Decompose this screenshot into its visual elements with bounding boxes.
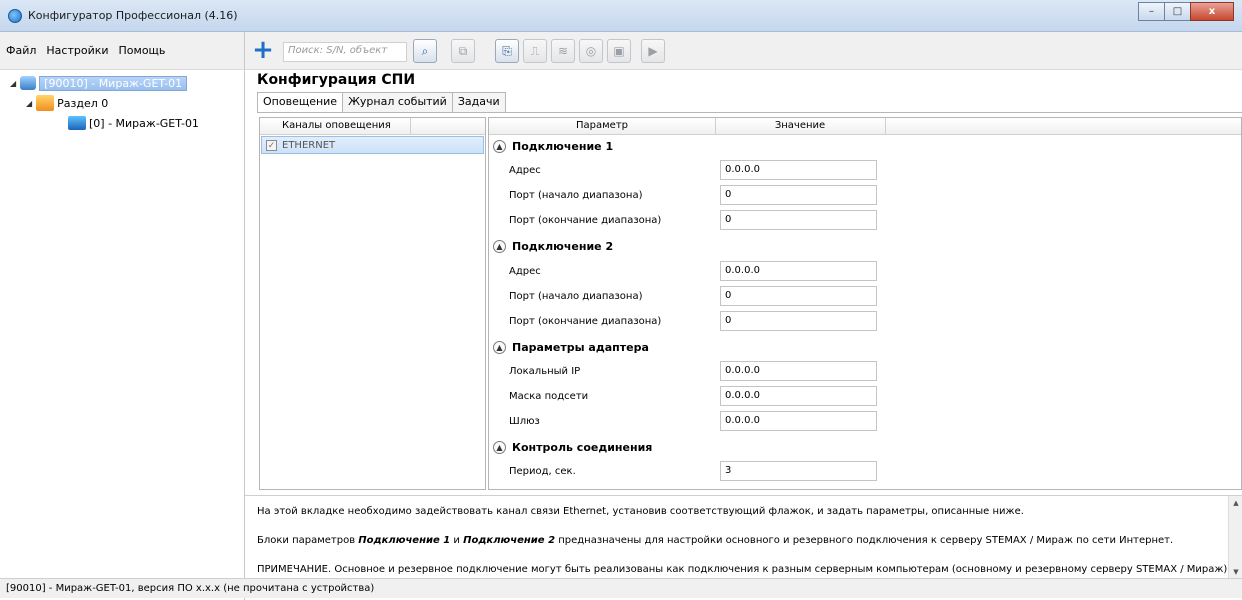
port-end-input[interactable]: 0 (720, 311, 877, 331)
gsm-icon-button[interactable]: ▣ (607, 39, 631, 63)
description-paragraph: На этой вкладке необходимо задействовать… (257, 506, 1024, 517)
param-label: Шлюз (509, 416, 540, 427)
connect-icon-button[interactable]: ⧉ (451, 39, 475, 63)
page-title: Конфигурация СПИ (257, 72, 416, 88)
tree-item-label: Раздел 0 (57, 96, 109, 110)
group-connection-control[interactable]: ▲ Контроль соединения (493, 441, 652, 454)
tree-item-section[interactable]: ◢ Раздел 0 (26, 94, 108, 112)
value-column-header: Значение (774, 120, 826, 131)
tab-event-log[interactable]: Журнал событий (342, 92, 453, 112)
description-text: предназначены для настройки основного и … (555, 535, 1174, 546)
maximize-button[interactable]: □ (1164, 2, 1191, 21)
param-label: Локальный IP (509, 366, 581, 377)
window-title: Конфигуратор Профессионал (4.16) (28, 9, 238, 22)
tabs-divider (257, 112, 1242, 113)
param-label: Адрес (509, 266, 541, 277)
tab-bar: Оповещение Журнал событий Задачи (257, 92, 506, 113)
gateway-input[interactable]: 0.0.0.0 (720, 411, 877, 431)
group-adapter-params[interactable]: ▲ Параметры адаптера (493, 341, 649, 354)
tree-item-label: [0] - Мираж-GET-01 (89, 116, 199, 130)
wifi-icon-button[interactable]: ≋ (551, 39, 575, 63)
group-title: Параметры адаптера (512, 341, 649, 354)
param-label: Период, сек. (509, 466, 576, 477)
description-paragraph: Блоки параметров Подключение 1 и Подключ… (257, 535, 1173, 547)
scroll-down-icon[interactable]: ▼ (1229, 565, 1242, 579)
local-ip-input[interactable]: 0.0.0.0 (720, 361, 877, 381)
group-connection-1[interactable]: ▲ Подключение 1 (493, 140, 613, 153)
object-tree: ◢ [90010] - Мираж-GET-01 ◢ Раздел 0 [0] … (0, 70, 245, 600)
param-label: Маска подсети (509, 391, 589, 402)
ethernet-checkbox[interactable]: ✓ (266, 139, 277, 151)
collapse-icon[interactable]: ▲ (493, 341, 506, 354)
params-panel: Параметр Значение ▲ Подключение 1 Адрес … (488, 117, 1242, 490)
scroll-up-icon[interactable]: ▲ (1229, 496, 1242, 510)
port-start-input[interactable]: 0 (720, 286, 877, 306)
play-icon-button[interactable]: ▶ (641, 39, 665, 63)
collapse-icon[interactable]: ▲ (493, 140, 506, 153)
description-text: и (450, 535, 464, 546)
tree-item-zone[interactable]: [0] - Мираж-GET-01 (68, 114, 199, 132)
collapse-icon[interactable]: ▲ (493, 441, 506, 454)
channels-panel: Каналы оповещения ✓ ETHERNET (259, 117, 486, 490)
toolbar: + Поиск: S/N, объект ⌕ ⧉ ⎘ ⎍ ≋ ◎ ▣ ▶ (245, 32, 1242, 70)
search-icon-button[interactable]: ⌕ (413, 39, 437, 63)
channel-label: ETHERNET (282, 139, 336, 151)
group-title: Подключение 1 (512, 140, 614, 153)
param-label: Порт (окончание диапазона) (509, 215, 662, 226)
address-input[interactable]: 0.0.0.0 (720, 160, 877, 180)
group-connection-2[interactable]: ▲ Подключение 2 (493, 240, 613, 253)
channels-header: Каналы оповещения (260, 118, 485, 135)
tab-tasks[interactable]: Задачи (451, 92, 506, 112)
param-label: Порт (начало диапазона) (509, 190, 643, 201)
port-end-input[interactable]: 0 (720, 210, 877, 230)
status-text: [90010] - Мираж-GET-01, версия ПО x.x.x … (6, 583, 375, 594)
param-label: Адрес (509, 165, 541, 176)
menu-file[interactable]: Файл (6, 44, 36, 57)
app-icon (8, 9, 22, 23)
description-text: Блоки параметров (257, 535, 359, 546)
tab-notification[interactable]: Оповещение (257, 92, 344, 113)
menu-settings[interactable]: Настройки (46, 44, 108, 57)
expand-triangle-icon[interactable]: ◢ (10, 79, 16, 88)
minimize-button[interactable]: – (1138, 2, 1165, 21)
param-label: Порт (начало диапазона) (509, 291, 643, 302)
description-bold-text: Подключение 2 (463, 535, 556, 546)
title-bar: Конфигуратор Профессионал (4.16) – □ x (0, 0, 1242, 32)
expand-triangle-icon[interactable]: ◢ (26, 99, 32, 108)
param-column-header: Параметр (576, 120, 628, 131)
network-icon-button[interactable]: ◎ (579, 39, 603, 63)
address-input[interactable]: 0.0.0.0 (720, 261, 877, 281)
status-bar: [90010] - Мираж-GET-01, версия ПО x.x.x … (0, 578, 1242, 598)
tree-item-device[interactable]: ◢ [90010] - Мираж-GET-01 (10, 74, 188, 92)
description-scrollbar[interactable]: ▲ ▼ (1228, 496, 1242, 579)
channels-header-label: Каналы оповещения (282, 120, 391, 131)
section-icon (36, 95, 55, 111)
device-icon (20, 76, 37, 90)
menu-help[interactable]: Помощь (119, 44, 166, 57)
column-separator (410, 118, 411, 134)
column-separator (885, 118, 886, 134)
channel-row-ethernet[interactable]: ✓ ETHERNET (261, 136, 484, 154)
group-title: Подключение 2 (512, 240, 614, 253)
search-input[interactable]: Поиск: S/N, объект (283, 42, 407, 62)
collapse-icon[interactable]: ▲ (493, 240, 506, 253)
params-header: Параметр Значение (489, 118, 1241, 135)
group-title: Контроль соединения (512, 441, 653, 454)
usb-icon-button[interactable]: ⎘ (495, 39, 519, 63)
zone-icon (68, 116, 86, 130)
tree-item-label: [90010] - Мираж-GET-01 (39, 75, 188, 91)
period-input[interactable]: 3 (720, 461, 877, 481)
description-bold-text: Подключение 1 (358, 535, 451, 546)
subnet-mask-input[interactable]: 0.0.0.0 (720, 386, 877, 406)
param-label: Порт (окончание диапазона) (509, 316, 662, 327)
port-start-input[interactable]: 0 (720, 185, 877, 205)
menu-bar: Файл Настройки Помощь (0, 32, 245, 70)
add-object-button[interactable]: + (252, 37, 274, 63)
description-panel: На этой вкладке необходимо задействовать… (245, 495, 1242, 587)
cable-icon-button[interactable]: ⎍ (523, 39, 547, 63)
close-button[interactable]: x (1190, 2, 1234, 21)
window-controls: – □ x (1138, 2, 1234, 21)
